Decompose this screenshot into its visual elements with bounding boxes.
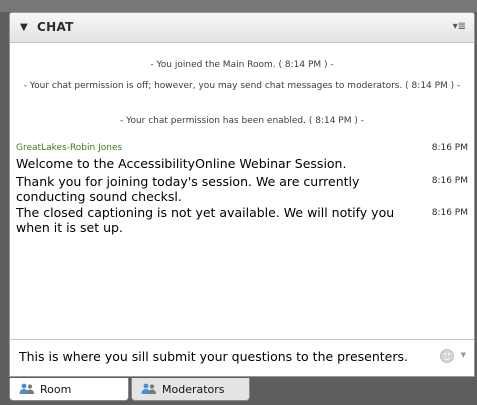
chat-tabs: Room Moderators [0, 377, 477, 405]
message-time: 8:16 PM [431, 143, 468, 153]
message-text: Thank you for joining today's session. W… [16, 174, 360, 204]
chevron-down-icon[interactable]: ▼ [461, 351, 466, 359]
system-message: - Your chat permission has been enabled.… [120, 116, 364, 126]
users-icon [19, 383, 34, 394]
chat-panel: ▼ CHAT ▾≣ - You joined the Main Room. ( … [9, 12, 475, 377]
message-sender: GreatLakes-Robin Jones [16, 143, 123, 153]
chat-message-input[interactable] [13, 343, 435, 369]
top-strip [0, 0, 477, 12]
chat-input-row: ▼ [10, 339, 474, 373]
system-message: - You joined the Main Room. ( 8:14 PM ) … [150, 60, 334, 70]
chat-panel-title: CHAT [37, 20, 74, 34]
message-text: The closed captioning is not yet availab… [16, 205, 395, 235]
message-time: 8:16 PM [431, 208, 468, 218]
tab-moderators[interactable]: Moderators [131, 378, 250, 401]
tab-room[interactable]: Room [9, 378, 129, 401]
chat-history[interactable]: - You joined the Main Room. ( 8:14 PM ) … [10, 43, 474, 339]
panel-menu-icon[interactable]: ▾≣ [453, 21, 466, 32]
chat-panel-header[interactable]: ▼ CHAT ▾≣ [10, 13, 474, 43]
tab-moderators-label: Moderators [162, 383, 225, 396]
message-time: 8:16 PM [431, 176, 468, 186]
tab-room-label: Room [40, 383, 72, 396]
users-icon [141, 383, 156, 394]
message-text: Welcome to the AccessibilityOnline Webin… [16, 156, 347, 171]
caret-down-icon[interactable]: ▼ [20, 22, 28, 33]
smiley-icon[interactable] [440, 349, 454, 363]
system-message: - Your chat permission is off; however, … [23, 81, 461, 91]
